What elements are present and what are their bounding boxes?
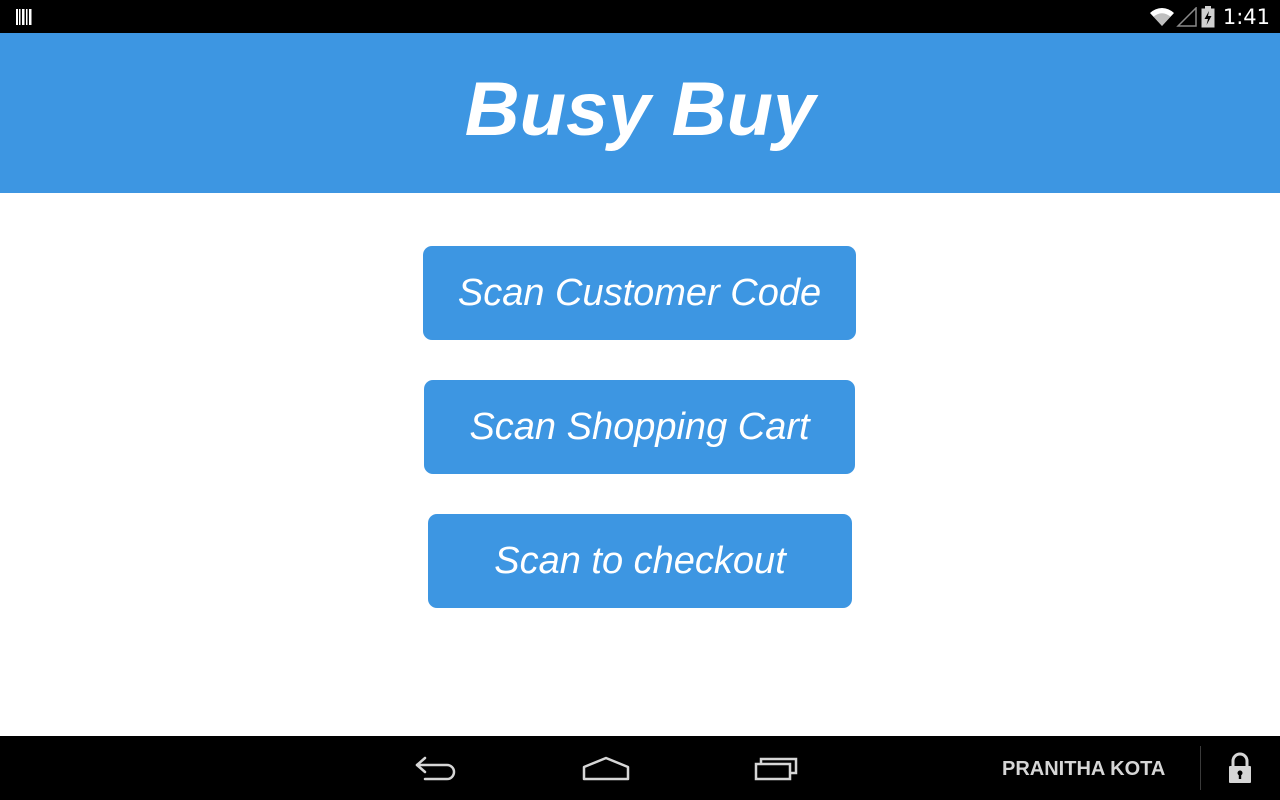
scan-customer-code-button[interactable]: Scan Customer Code bbox=[423, 246, 856, 340]
recent-apps-icon bbox=[754, 757, 798, 781]
recent-apps-button[interactable] bbox=[737, 736, 817, 800]
navigation-bar: PRANITHA KOTA bbox=[0, 736, 1280, 800]
home-button[interactable] bbox=[566, 736, 646, 800]
user-name: PRANITHA KOTA bbox=[1002, 758, 1166, 780]
scan-shopping-cart-button[interactable]: Scan Shopping Cart bbox=[424, 380, 855, 474]
lock-button[interactable] bbox=[1214, 736, 1266, 800]
status-time: 1:41 bbox=[1222, 4, 1270, 29]
app-header: Busy Buy bbox=[0, 33, 1280, 193]
lock-icon bbox=[1229, 752, 1251, 783]
status-indicators: 1:41 bbox=[1149, 0, 1270, 33]
battery-charging-icon bbox=[1201, 5, 1215, 27]
status-bar: 1:41 bbox=[0, 0, 1280, 33]
signal-icon bbox=[1176, 6, 1197, 27]
app-screen: 1:41 Busy Buy Scan Customer Code Scan Sh… bbox=[0, 0, 1280, 800]
back-icon bbox=[415, 756, 456, 781]
back-button[interactable] bbox=[396, 736, 476, 800]
nav-divider bbox=[1200, 746, 1201, 790]
home-icon bbox=[582, 756, 630, 781]
app-title: Busy Buy bbox=[464, 66, 816, 152]
scan-to-checkout-button[interactable]: Scan to checkout bbox=[428, 514, 852, 608]
barcode-icon bbox=[15, 8, 33, 26]
wifi-icon bbox=[1149, 7, 1174, 26]
